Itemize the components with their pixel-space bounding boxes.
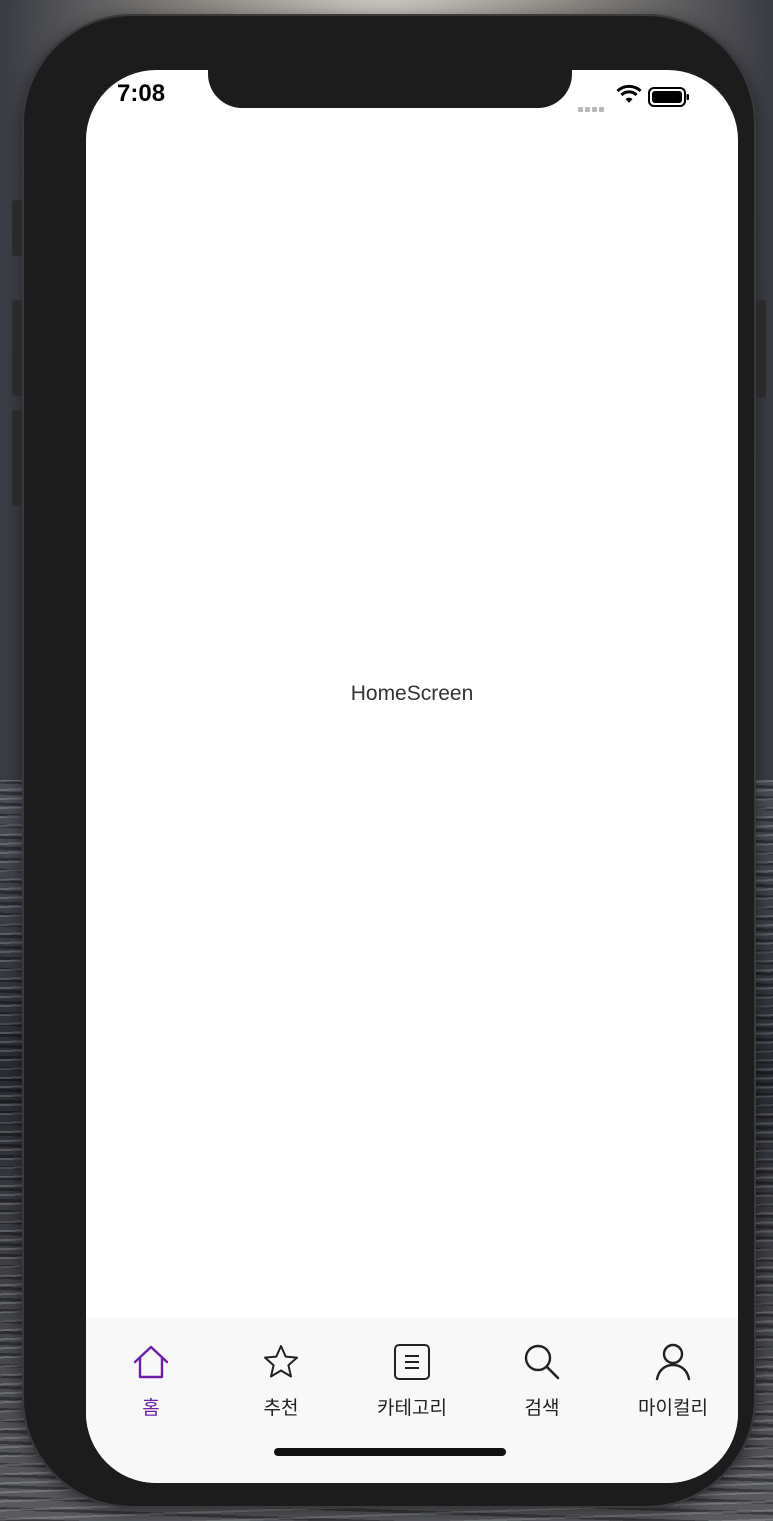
tab-category[interactable]: 카테고리: [347, 1318, 477, 1428]
star-icon: [261, 1342, 301, 1382]
home-screen-title: HomeScreen: [350, 682, 474, 705]
list-icon: [392, 1342, 432, 1382]
silent-switch: [12, 200, 22, 256]
tab-home[interactable]: 홈: [86, 1318, 216, 1428]
status-indicators: [578, 84, 690, 112]
phone-frame: HomeScreen 홈 추천 카테고리 검색 마이컬리: [12, 14, 766, 1508]
tab-category-label: 카테고리: [377, 1397, 447, 1419]
tab-my-label: 마이컬리: [638, 1397, 708, 1419]
tab-search-label: 검색: [524, 1397, 560, 1419]
tab-search[interactable]: 검색: [477, 1318, 607, 1428]
search-icon: [522, 1342, 562, 1382]
home-icon: [131, 1342, 171, 1382]
tab-home-label: 홈: [142, 1397, 160, 1419]
cellular-signal-icon: [578, 97, 606, 116]
tab-my[interactable]: 마이컬리: [608, 1318, 738, 1428]
status-time: 7:08: [117, 80, 166, 107]
home-indicator[interactable]: [274, 1448, 506, 1456]
power-button: [756, 300, 766, 398]
app-screen: HomeScreen 홈 추천 카테고리 검색 마이컬리: [86, 70, 738, 1483]
volume-down-button: [12, 410, 22, 506]
tab-recommend-label: 추천: [263, 1397, 299, 1419]
user-icon: [653, 1342, 693, 1382]
wifi-icon: [616, 84, 642, 110]
volume-up-button: [12, 300, 22, 396]
tab-recommend[interactable]: 추천: [216, 1318, 346, 1428]
bottom-tab-bar: 홈 추천 카테고리 검색 마이컬리: [86, 1318, 738, 1483]
battery-icon: [648, 86, 690, 112]
device-notch: [208, 56, 572, 108]
